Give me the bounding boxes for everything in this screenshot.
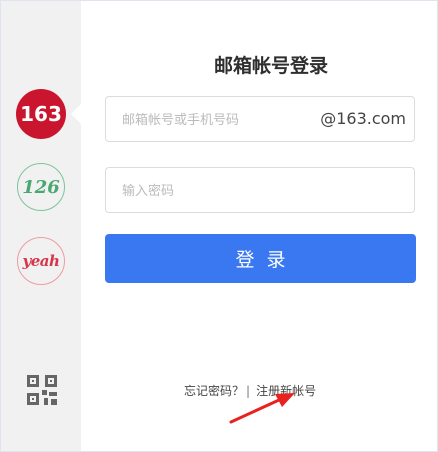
account-domain-suffix: @163.com bbox=[320, 109, 406, 128]
account-field[interactable]: @163.com bbox=[105, 96, 415, 143]
login-button[interactable]: 登录 bbox=[105, 234, 416, 283]
logo-126-label: 126 bbox=[22, 176, 60, 198]
logo-yeah-label: yeah bbox=[22, 252, 60, 270]
password-input[interactable] bbox=[120, 168, 324, 214]
account-input[interactable] bbox=[120, 97, 324, 143]
annotation-arrow-icon bbox=[229, 393, 295, 424]
qr-code-icon[interactable] bbox=[27, 375, 57, 405]
logo-163[interactable]: 163 bbox=[16, 89, 66, 139]
page-title: 邮箱帐号登录 bbox=[213, 55, 328, 77]
logo-163-label: 163 bbox=[20, 102, 62, 126]
logo-126[interactable]: 126 bbox=[17, 163, 65, 211]
mail-provider-sidebar: 163 126 yeah bbox=[1, 1, 81, 451]
logo-yeah[interactable]: yeah bbox=[17, 237, 65, 285]
login-panel: 163 126 yeah 邮箱帐号登录 邮箱帐号或手机号码 @163.com 登… bbox=[0, 0, 438, 452]
password-field[interactable] bbox=[105, 167, 415, 214]
selected-provider-pointer bbox=[71, 104, 81, 124]
